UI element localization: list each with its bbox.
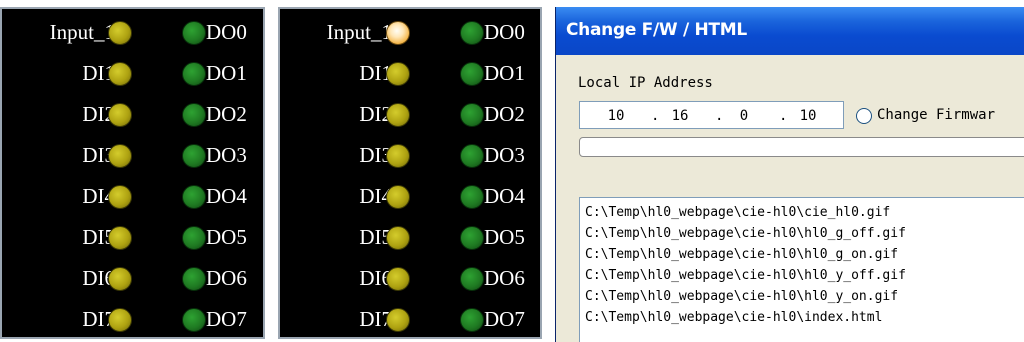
input-led-icon [108, 62, 132, 86]
input-led-icon [386, 226, 410, 250]
output-led-icon [460, 308, 484, 332]
ip-dot: . [779, 108, 788, 124]
input-led-icon [108, 21, 132, 45]
io-row: DI7 DO7 [2, 298, 263, 339]
file-list[interactable]: C:\Temp\hl0_webpage\cie-hl0\cie_hl0.gif … [579, 197, 1024, 342]
io-row: DI3 DO3 [280, 134, 540, 175]
input-label: Input_1 [49, 20, 115, 44]
output-label: DO5 [484, 225, 525, 249]
output-label: DO4 [206, 184, 247, 208]
input-led-icon [108, 185, 132, 209]
io-row: DI1 DO1 [280, 52, 540, 93]
output-label: DO6 [206, 266, 247, 290]
output-label: DO6 [484, 266, 525, 290]
file-list-item[interactable]: C:\Temp\hl0_webpage\cie-hl0\hl0_g_off.gi… [585, 223, 1024, 244]
ip-octet-3: 0 [739, 108, 749, 124]
output-label: DO3 [206, 143, 247, 167]
input-led-icon [108, 103, 132, 127]
ip-dot: . [651, 108, 660, 124]
io-row: DI4 DO4 [2, 175, 263, 216]
ip-octet-1: 10 [607, 108, 625, 124]
input-led-icon [386, 267, 410, 291]
output-led-icon [460, 21, 484, 45]
output-label: DO0 [206, 20, 247, 44]
output-label: DO1 [206, 61, 247, 85]
io-status-panel-1: Input_1 DO0 DI1 DO1 DI2 DO2 DI3 DO3 DI4 … [0, 7, 265, 339]
output-label: DO2 [484, 102, 525, 126]
output-led-icon [460, 185, 484, 209]
output-led-icon [182, 185, 206, 209]
local-ip-label: Local IP Address [578, 75, 713, 91]
io-row: Input_1 DO0 [2, 11, 263, 52]
file-list-item[interactable]: C:\Temp\hl0_webpage\cie-hl0\cie_hl0.gif [585, 202, 1024, 223]
output-label: DO5 [206, 225, 247, 249]
output-label: DO3 [484, 143, 525, 167]
input-led-icon [386, 62, 410, 86]
input-label: Input_1 [326, 20, 392, 44]
output-label: DO7 [206, 307, 247, 331]
file-list-item[interactable]: C:\Temp\hl0_webpage\cie-hl0\hl0_y_off.gi… [585, 265, 1024, 286]
io-row: DI3 DO3 [2, 134, 263, 175]
output-led-icon [182, 21, 206, 45]
output-led-icon [182, 144, 206, 168]
output-led-icon [460, 144, 484, 168]
io-row: Input_1 DO0 [280, 11, 540, 52]
ip-octet-4: 10 [799, 108, 817, 124]
input-led-icon [386, 185, 410, 209]
change-firmware-radio-icon[interactable] [856, 108, 872, 124]
progress-bar [579, 137, 1024, 157]
output-led-icon [460, 226, 484, 250]
input-led-icon [386, 144, 410, 168]
title-bar[interactable]: Change F/W / HTML [556, 7, 1024, 55]
ip-octet-2: 16 [671, 108, 689, 124]
io-status-panel-2: Input_1 DO0 DI1 DO1 DI2 DO2 DI3 DO3 DI4 … [278, 7, 542, 339]
io-row: DI1 DO1 [2, 52, 263, 93]
io-row: DI7 DO7 [280, 298, 540, 339]
io-row: DI6 DO6 [2, 257, 263, 298]
output-led-icon [182, 226, 206, 250]
input-led-icon [386, 103, 410, 127]
output-label: DO7 [484, 307, 525, 331]
window-title: Change F/W / HTML [566, 20, 747, 40]
io-row: DI5 DO5 [280, 216, 540, 257]
output-led-icon [182, 62, 206, 86]
input-led-icon [386, 308, 410, 332]
output-label: DO0 [484, 20, 525, 44]
io-row: DI4 DO4 [280, 175, 540, 216]
file-list-item[interactable]: C:\Temp\hl0_webpage\cie-hl0\hl0_g_on.gif [585, 244, 1024, 265]
output-label: DO1 [484, 61, 525, 85]
io-row: DI2 DO2 [2, 93, 263, 134]
input-led-icon [108, 226, 132, 250]
file-list-item[interactable]: C:\Temp\hl0_webpage\cie-hl0\hl0_y_on.gif [585, 286, 1024, 307]
output-led-icon [460, 103, 484, 127]
output-label: DO4 [484, 184, 525, 208]
output-led-icon [182, 267, 206, 291]
output-led-icon [182, 103, 206, 127]
io-row: DI6 DO6 [280, 257, 540, 298]
change-firmware-window: Change F/W / HTML Local IP Address 10 . … [555, 7, 1024, 342]
file-list-item[interactable]: C:\Temp\hl0_webpage\cie-hl0\index.html [585, 307, 1024, 328]
io-row: DI5 DO5 [2, 216, 263, 257]
output-led-icon [460, 62, 484, 86]
ip-dot: . [715, 108, 724, 124]
input-led-icon [108, 308, 132, 332]
input-led-on-icon [386, 21, 410, 45]
output-label: DO2 [206, 102, 247, 126]
output-led-icon [182, 308, 206, 332]
ip-address-input[interactable]: 10 . 16 . 0 . 10 [579, 101, 844, 129]
change-firmware-radio-label[interactable]: Change Firmwar [877, 107, 995, 123]
input-led-icon [108, 267, 132, 291]
output-led-icon [460, 267, 484, 291]
io-row: DI2 DO2 [280, 93, 540, 134]
input-led-icon [108, 144, 132, 168]
